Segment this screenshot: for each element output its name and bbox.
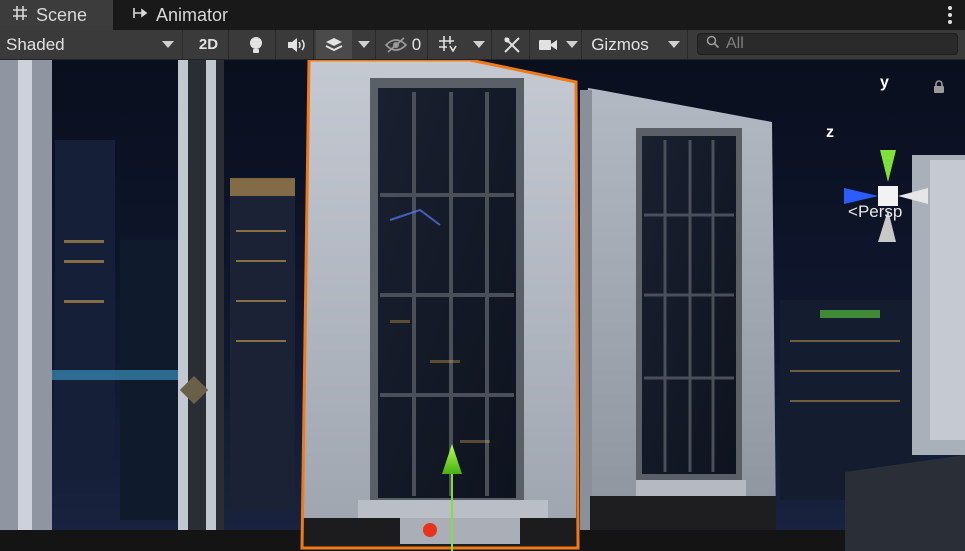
chevron-down-icon (565, 41, 578, 48)
scene-viewport[interactable]: y z <Persp (0, 60, 965, 551)
search-icon (706, 35, 720, 54)
orientation-gizmo[interactable] (820, 132, 940, 252)
toggle-2d-label: 2D (198, 36, 219, 53)
draw-mode-dropdown[interactable]: Shaded (0, 30, 183, 59)
layers-effects-icon (324, 36, 344, 54)
tab-scene-label: Scene (36, 4, 88, 25)
gizmos-dropdown[interactable] (660, 30, 688, 59)
grid-dropdown[interactable] (466, 30, 492, 59)
lighting-toggle[interactable] (236, 30, 276, 59)
lightbulb-icon (248, 36, 264, 54)
scene-toolbar: Shaded 2D 0 Gizmos All (0, 30, 965, 60)
camera-icon (538, 38, 558, 52)
eye-slash-icon (384, 36, 408, 53)
tab-scene[interactable]: Scene (0, 0, 113, 30)
camera-button[interactable] (534, 30, 562, 59)
toggle-2d-button[interactable]: 2D (189, 30, 229, 59)
chevron-down-icon (472, 41, 485, 48)
grid-snap-icon (438, 35, 458, 55)
chevron-down-icon (357, 41, 370, 48)
animator-icon (132, 5, 148, 26)
projection-label: Persp (857, 202, 903, 221)
search-input[interactable]: All (697, 33, 958, 55)
gizmos-button[interactable]: Gizmos (584, 30, 656, 59)
chevron-down-icon (162, 41, 174, 48)
draw-mode-label: Shaded (6, 34, 65, 54)
perspective-icon: < (848, 202, 858, 221)
tools-icon (502, 35, 522, 55)
effects-dropdown[interactable] (352, 30, 376, 59)
tab-bar: Scene Animator (0, 0, 965, 30)
pivot-point (423, 523, 437, 537)
chevron-down-icon (667, 41, 680, 48)
tab-animator[interactable]: Animator (120, 0, 240, 30)
gizmo-z-label: z (826, 124, 834, 141)
camera-dropdown[interactable] (562, 30, 582, 59)
hidden-objects-toggle[interactable]: 0 (378, 30, 428, 59)
hidden-count: 0 (411, 34, 422, 54)
tab-animator-label: Animator (156, 4, 229, 25)
grid-hash-icon (12, 5, 28, 26)
tools-toggle[interactable] (494, 30, 530, 59)
audio-toggle[interactable] (278, 30, 314, 59)
lock-icon[interactable] (932, 80, 946, 94)
gizmo-y-label: y (880, 74, 889, 91)
gizmos-label: Gizmos (591, 34, 649, 54)
effects-toggle[interactable] (316, 30, 352, 59)
search-placeholder: All (726, 35, 744, 52)
more-options-icon[interactable] (947, 6, 953, 24)
grid-snap-toggle[interactable] (430, 30, 466, 59)
speaker-icon (286, 37, 306, 53)
projection-toggle[interactable]: <Persp (848, 202, 902, 222)
